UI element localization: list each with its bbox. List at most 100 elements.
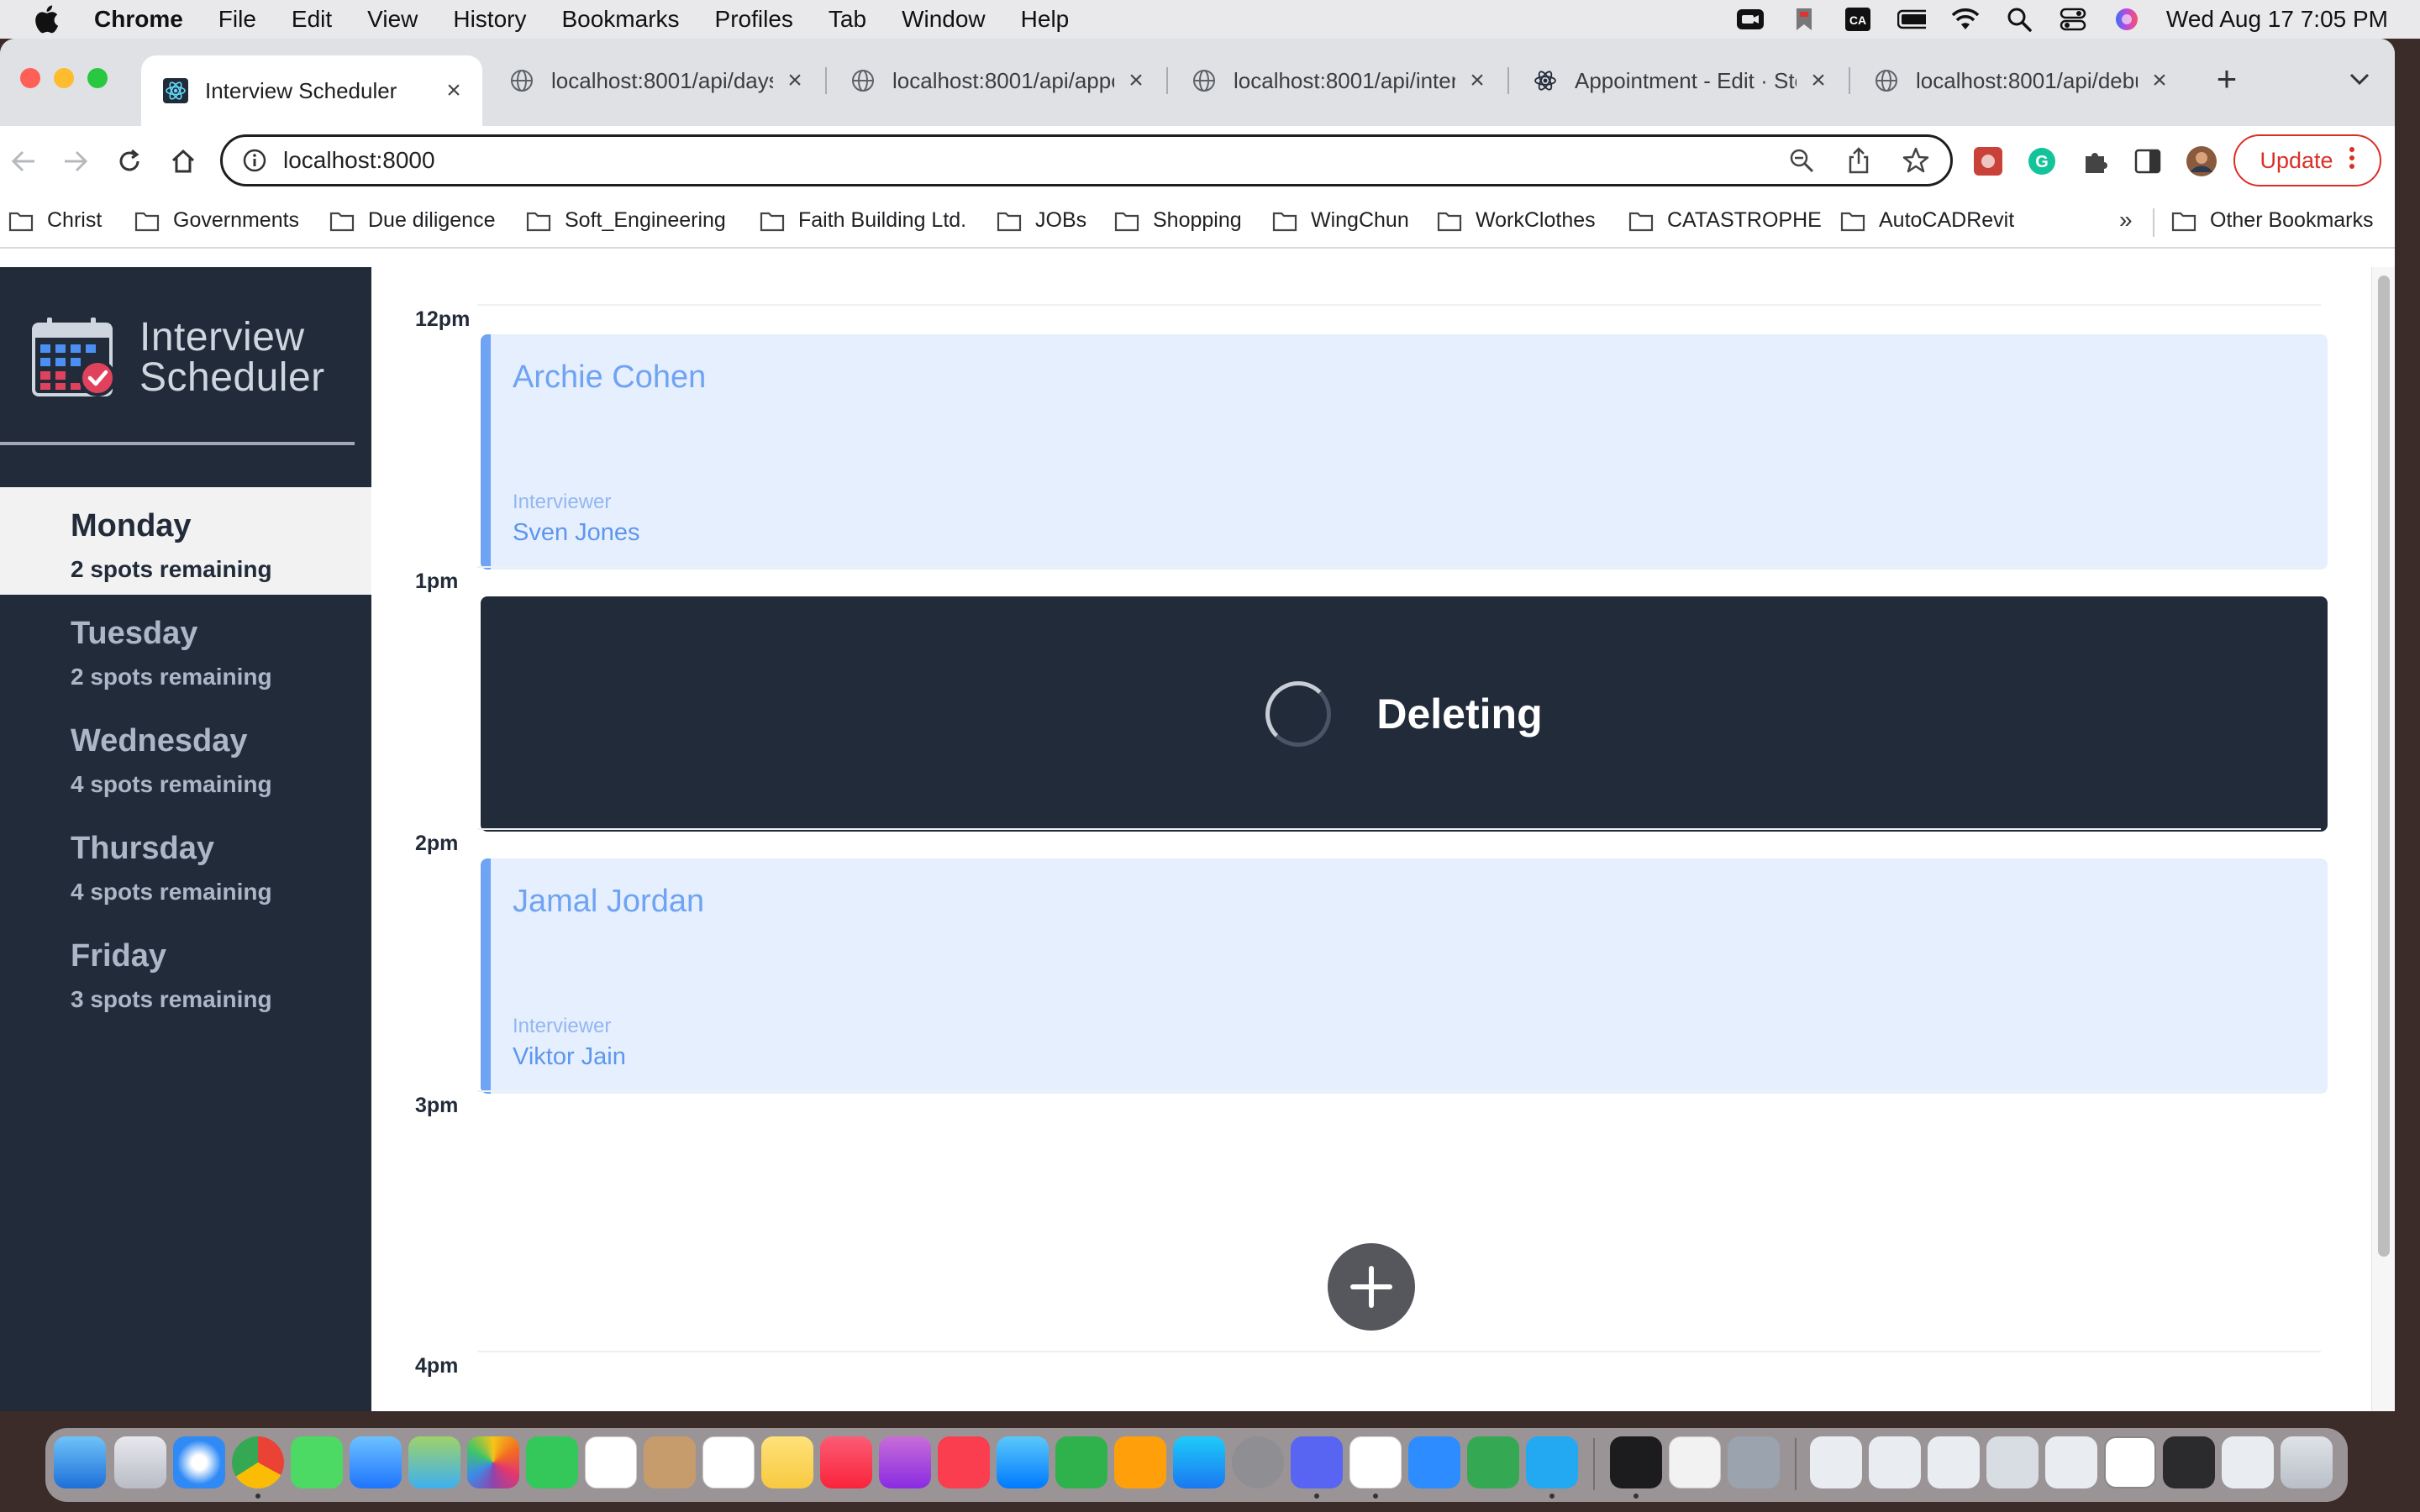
appointment-card[interactable]: Jamal Jordan Interviewer Viktor Jain: [481, 858, 2328, 1094]
apple-icon[interactable]: [32, 5, 60, 34]
facetime-icon[interactable]: [526, 1436, 578, 1488]
share-icon[interactable]: [1844, 146, 1873, 175]
day-item-thursday[interactable]: Thursday 4 spots remaining: [0, 810, 371, 917]
bookmark-app-icon[interactable]: [1790, 7, 1818, 32]
tab-api-debug[interactable]: localhost:8001/api/debu ×: [1852, 54, 2188, 108]
contacts-icon[interactable]: [644, 1436, 696, 1488]
safari-icon[interactable]: [173, 1436, 225, 1488]
tab-api-appointments[interactable]: localhost:8001/api/appoi ×: [829, 54, 1165, 108]
close-icon[interactable]: ×: [783, 66, 807, 94]
window-thumbnail-icon[interactable]: [1869, 1436, 1921, 1488]
add-appointment-button[interactable]: [1328, 1243, 1415, 1331]
appointment-card[interactable]: Archie Cohen Interviewer Sven Jones: [481, 334, 2328, 570]
zoom-out-icon[interactable]: [1787, 146, 1816, 175]
menu-bookmarks[interactable]: Bookmarks: [561, 6, 679, 33]
url-text[interactable]: localhost:8000: [283, 147, 1787, 174]
bookmark-folder-shopping[interactable]: Shopping: [1114, 208, 1242, 233]
bookmark-folder-jobs[interactable]: JOBs: [997, 208, 1086, 233]
spotlight-search-icon[interactable]: [2005, 7, 2033, 32]
fullscreen-window-button[interactable]: [87, 68, 108, 88]
messages-icon[interactable]: [291, 1436, 343, 1488]
menu-help[interactable]: Help: [1021, 6, 1070, 33]
forward-arrow-icon[interactable]: [57, 143, 94, 180]
photos-icon[interactable]: [467, 1436, 519, 1488]
bookmark-folder-due-diligence[interactable]: Due diligence: [329, 208, 496, 233]
tab-api-days[interactable]: localhost:8001/api/days ×: [487, 54, 823, 108]
window-thumbnail-icon[interactable]: [2045, 1436, 2097, 1488]
day-item-wednesday[interactable]: Wednesday 4 spots remaining: [0, 702, 371, 810]
battery-icon[interactable]: [1897, 7, 1926, 32]
notes-icon[interactable]: [761, 1436, 813, 1488]
window-thumbnail-icon[interactable]: [1810, 1436, 1862, 1488]
calendar-icon[interactable]: [585, 1436, 637, 1488]
numbers-icon[interactable]: [1055, 1436, 1107, 1488]
bookmark-folder-faith-building[interactable]: Faith Building Ltd.: [760, 208, 966, 233]
home-icon[interactable]: [165, 143, 202, 180]
textedit-icon[interactable]: [1669, 1436, 1721, 1488]
menu-file[interactable]: File: [218, 6, 256, 33]
siri-icon[interactable]: [2112, 7, 2141, 32]
close-icon[interactable]: ×: [1465, 66, 1489, 94]
close-icon[interactable]: ×: [2148, 66, 2171, 94]
pages-icon[interactable]: [1114, 1436, 1166, 1488]
close-icon[interactable]: ×: [1124, 66, 1148, 94]
menu-profiles[interactable]: Profiles: [715, 6, 793, 33]
terminal-icon[interactable]: [1610, 1436, 1662, 1488]
scrollbar-thumb[interactable]: [2378, 276, 2390, 1257]
bookmark-folder-governments[interactable]: Governments: [134, 208, 299, 233]
profile-avatar[interactable]: [2185, 144, 2218, 178]
new-tab-button[interactable]: +: [2210, 59, 2244, 98]
menu-window[interactable]: Window: [902, 6, 986, 33]
tab-interview-scheduler[interactable]: Interview Scheduler ×: [141, 55, 482, 126]
control-center-icon[interactable]: [2059, 7, 2087, 32]
system-preferences-icon[interactable]: [1232, 1436, 1284, 1488]
news-icon[interactable]: [938, 1436, 990, 1488]
menu-view[interactable]: View: [367, 6, 418, 33]
preview-icon[interactable]: [1728, 1436, 1780, 1488]
tab-api-interviewers[interactable]: localhost:8001/api/interv ×: [1170, 54, 1506, 108]
reminders-icon[interactable]: [702, 1436, 755, 1488]
back-arrow-icon[interactable]: [5, 143, 42, 180]
video-camera-icon[interactable]: [1736, 7, 1765, 32]
day-item-monday[interactable]: Monday 2 spots remaining: [0, 487, 371, 595]
bookmark-folder-christ[interactable]: Christ: [8, 208, 102, 233]
puzzle-extensions-icon[interactable]: [2079, 144, 2112, 178]
menubar-clock[interactable]: Wed Aug 17 7:05 PM: [2166, 6, 2388, 33]
close-icon[interactable]: ×: [1807, 66, 1830, 94]
day-item-tuesday[interactable]: Tuesday 2 spots remaining: [0, 595, 371, 702]
google-chat-icon[interactable]: [1467, 1436, 1519, 1488]
bookmark-folder-wingchun[interactable]: WingChun: [1272, 208, 1409, 233]
side-panel-icon[interactable]: [2131, 144, 2165, 178]
ca-app-icon[interactable]: CA: [1844, 7, 1872, 32]
close-icon[interactable]: ×: [442, 76, 466, 104]
update-button[interactable]: Update: [2233, 134, 2381, 186]
bookmark-folder-other[interactable]: Other Bookmarks: [2171, 208, 2374, 233]
bookmark-folder-catastrophe[interactable]: CATASTROPHE: [1628, 208, 1822, 233]
bookmark-folder-autocadrevit[interactable]: AutoCADRevit: [1840, 208, 2014, 233]
menu-app-name[interactable]: Chrome: [94, 6, 183, 33]
page-scrollbar[interactable]: [2371, 267, 2395, 1411]
minimize-window-button[interactable]: [54, 68, 74, 88]
discord-icon[interactable]: [1291, 1436, 1343, 1488]
window-thumbnail-icon[interactable]: [2104, 1436, 2156, 1488]
keynote-icon[interactable]: [997, 1436, 1049, 1488]
app-store-icon[interactable]: [1173, 1436, 1225, 1488]
bookmark-folder-workclothes[interactable]: WorkClothes: [1437, 208, 1596, 233]
window-thumbnail-icon[interactable]: [2222, 1436, 2274, 1488]
maps-icon[interactable]: [408, 1436, 460, 1488]
bookmark-star-icon[interactable]: [1902, 146, 1930, 175]
music-icon[interactable]: [820, 1436, 872, 1488]
day-item-friday[interactable]: Friday 3 spots remaining: [0, 917, 371, 1025]
launchpad-icon[interactable]: [114, 1436, 166, 1488]
window-thumbnail-icon[interactable]: [1928, 1436, 1980, 1488]
wifi-icon[interactable]: [1951, 7, 1980, 32]
chevron-down-icon[interactable]: [2344, 64, 2375, 94]
address-bar[interactable]: localhost:8000: [220, 134, 1953, 186]
chrome-icon[interactable]: [232, 1436, 284, 1488]
info-icon[interactable]: [241, 147, 268, 174]
reload-icon[interactable]: [111, 143, 148, 180]
menu-tab[interactable]: Tab: [829, 6, 866, 33]
window-thumbnail-icon[interactable]: [1986, 1436, 2039, 1488]
podcasts-icon[interactable]: [879, 1436, 931, 1488]
menu-history[interactable]: History: [453, 6, 526, 33]
